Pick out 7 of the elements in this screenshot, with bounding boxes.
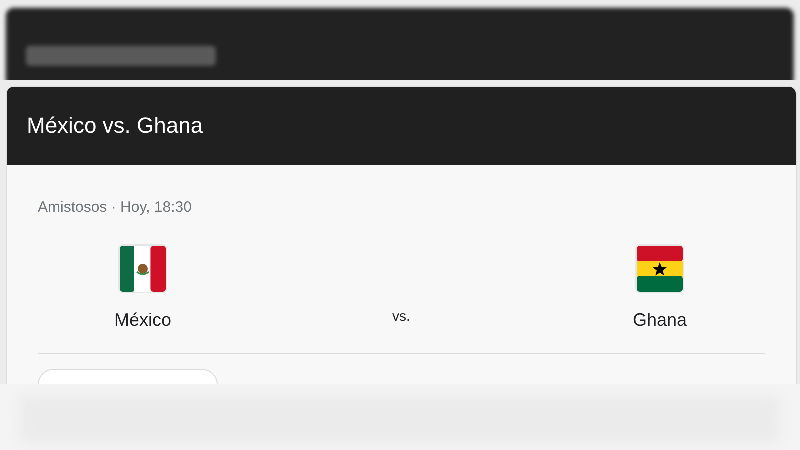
flag-icon	[635, 244, 685, 294]
team-name: México	[114, 310, 172, 331]
match-info: Amistosos · Hoy, 18:30	[38, 199, 192, 216]
flag-icon	[118, 244, 168, 294]
team-name: Ghana	[632, 310, 688, 331]
versus-label: vs.	[392, 308, 410, 324]
match-title: México vs. Ghana	[27, 113, 204, 139]
